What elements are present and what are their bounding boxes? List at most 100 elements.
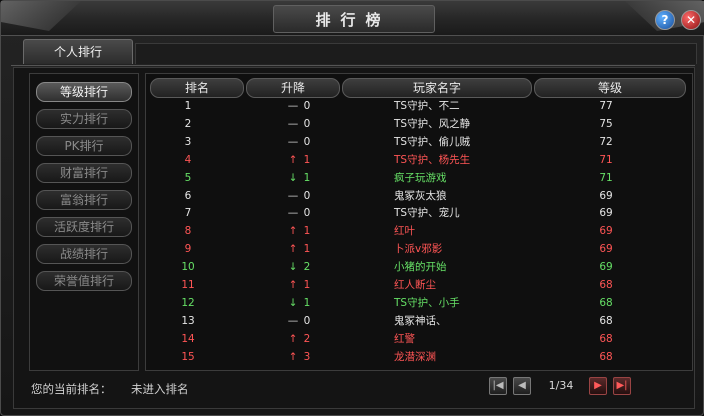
sidebar-item-activity-ranking[interactable]: 活跃度排行 [36,217,132,237]
table-row[interactable]: 7 — 0 TS守护、宠儿 69 [146,205,692,222]
level-cell: 68 [599,296,613,309]
rank-cell: 14 [181,332,195,345]
rank-change-cell: 0 [303,135,311,148]
level-cell: 69 [599,261,613,274]
sidebar-item-wealth-ranking[interactable]: 财富排行 [36,163,132,183]
table-row[interactable]: 13 — 0 鬼冢神话、 68 [146,313,692,330]
rank-change-cell: 1 [303,296,311,309]
trend-same-icon: — [287,135,299,148]
ranking-window: 排行榜 ? ✕ 个人排行 等级排行 实力排行 PK排行 财富排行 富翁排行 活跃… [0,0,704,416]
rank-cell: 11 [181,279,195,291]
next-page-button[interactable]: ▶ [589,377,607,395]
trend-up-icon: ↑ [288,332,298,345]
rank-change-cell: 1 [303,153,311,166]
rank-cell: 4 [184,153,192,166]
player-name-cell: 红叶 [394,225,415,238]
rank-change-cell: 3 [303,350,311,363]
table-row[interactable]: 8 ↑ 1 红叶 69 [146,223,692,240]
ranking-table: 排名 升降 玩家名字 等级 1—0 TS守护、不二 77 2—0 TS守护、风之静 75 3… [145,73,693,371]
table-row[interactable]: 3 — 0 TS守护、偷儿贼 72 [146,134,692,151]
sidebar-item-honor-ranking[interactable]: 荣誉值排行 [36,271,132,291]
player-name-cell: 疯子玩游戏 [394,171,447,184]
current-rank-label: 您的当前排名： [31,382,112,396]
level-cell: 77 [599,100,613,112]
tab-personal-ranking[interactable]: 个人排行 [23,39,133,64]
table-row[interactable]: 2 — 0 TS守护、风之静 75 [146,116,692,133]
table-row[interactable]: 1 — 0 TS守护、不二 77 [146,98,692,115]
rank-cell: 12 [181,296,195,309]
trend-down-icon: ↓ [288,261,298,274]
rank-change-cell: 0 [303,100,311,112]
sidebar-item-level-ranking[interactable]: 等级排行 [36,82,132,102]
rank-cell: 1 [184,100,192,112]
rank-change-cell: 1 [303,243,311,256]
table-row[interactable]: 14 ↑ 2 红警 68 [146,331,692,348]
player-name-cell: TS守护、杨先生 [394,153,471,166]
window-title: 排行榜 [315,11,391,29]
level-cell: 68 [599,350,613,363]
rank-change-cell: 1 [303,279,311,291]
trend-same-icon: — [287,100,299,112]
table-row[interactable]: 5 ↓ 1 疯子玩游戏 71 [146,170,692,187]
table-row[interactable]: 12 ↓ 1 TS守护、小手 68 [146,295,692,312]
ranking-category-sidebar: 等级排行 实力排行 PK排行 财富排行 富翁排行 活跃度排行 战绩排行 荣誉值排… [29,73,139,371]
table-row[interactable]: 10 ↓ 2 小猪的开始 69 [146,259,692,276]
table-row[interactable]: 6 — 0 鬼冢灰太狼 69 [146,188,692,205]
rank-cell: 10 [181,261,195,274]
current-rank-value: 未进入排名 [131,382,189,396]
title-bar[interactable]: 排行榜 ? ✕ [1,1,704,36]
sidebar-item-tycoon-ranking[interactable]: 富翁排行 [36,190,132,210]
help-button[interactable]: ? [655,10,675,30]
column-header-change[interactable]: 升降 [246,78,340,98]
trend-up-icon: ↑ [288,225,298,238]
player-name-cell: 卜派v邪影 [394,243,443,256]
rank-cell: 13 [181,314,195,327]
trend-same-icon: — [287,314,299,327]
table-row[interactable]: 15 ↑ 3 龙潜深渊 68 [146,349,692,366]
level-cell: 68 [599,314,613,327]
column-header-rank[interactable]: 排名 [150,78,244,98]
rank-change-cell: 0 [303,189,311,202]
table-row[interactable]: 4 ↑ 1 TS守护、杨先生 71 [146,152,692,169]
page-indicator: 1/34 [548,379,574,392]
level-cell: 68 [599,332,613,345]
player-name-cell: TS守护、小手 [394,296,460,309]
close-button[interactable]: ✕ [681,10,701,30]
prev-page-button[interactable]: ◀ [513,377,531,395]
level-cell: 71 [599,153,613,166]
rank-change-cell: 2 [303,261,311,274]
trend-down-icon: ↓ [288,296,298,309]
player-name-cell: TS守护、宠儿 [394,207,460,220]
level-cell: 69 [599,207,613,220]
rank-change-cell: 0 [303,314,311,327]
trend-same-icon: — [287,207,299,220]
sidebar-item-strength-ranking[interactable]: 实力排行 [36,109,132,129]
sidebar-item-battle-ranking[interactable]: 战绩排行 [36,244,132,264]
player-name-cell: 红人断尘 [394,279,436,291]
player-name-cell: 鬼冢神话、 [394,314,447,327]
rank-cell: 6 [184,189,192,202]
level-cell: 69 [599,189,613,202]
rank-cell: 7 [184,207,192,220]
table-row[interactable]: 11 ↑ 1 红人断尘 68 [146,277,692,294]
rank-cell: 9 [184,243,192,256]
table-row[interactable]: 9 ↑ 1 卜派v邪影 69 [146,241,692,258]
player-name-cell: TS守护、风之静 [394,117,471,130]
trend-up-icon: ↑ [288,153,298,166]
trend-same-icon: — [287,117,299,130]
column-header-level[interactable]: 等级 [534,78,686,98]
first-page-button[interactable]: |◀ [489,377,507,395]
trend-up-icon: ↑ [288,279,298,291]
player-name-cell: TS守护、偷儿贼 [394,135,471,148]
level-cell: 72 [599,135,613,148]
tab-bar: 个人排行 [11,39,697,66]
rank-change-cell: 2 [303,332,311,345]
level-cell: 69 [599,243,613,256]
column-header-name[interactable]: 玩家名字 [342,78,532,98]
last-page-button[interactable]: ▶| [613,377,631,395]
player-name-cell: TS守护、不二 [394,100,460,112]
rank-cell: 15 [181,350,195,363]
rank-change-cell: 0 [303,117,311,130]
level-cell: 68 [599,279,613,291]
sidebar-item-pk-ranking[interactable]: PK排行 [36,136,132,156]
